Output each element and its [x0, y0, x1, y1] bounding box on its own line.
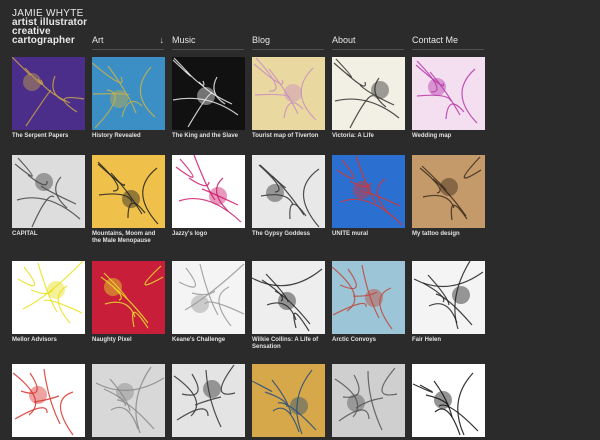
tattoo-thumbnail[interactable]: [412, 155, 485, 228]
gallery-item[interactable]: [92, 364, 165, 440]
gallery-item[interactable]: Arctic Convoys: [332, 261, 405, 344]
pixel-logo-thumbnail[interactable]: [92, 261, 165, 334]
gallery-caption[interactable]: Mellor Advisors: [12, 337, 85, 344]
bw-illustration-thumbnail[interactable]: [412, 364, 485, 437]
gallery-caption[interactable]: Mountains, Moom and the Male Menopause: [92, 231, 165, 245]
bird-collage-thumbnail[interactable]: [12, 57, 85, 130]
gallery-item[interactable]: Wedding map: [412, 57, 485, 140]
arctic-map-thumbnail[interactable]: [332, 261, 405, 334]
gallery-caption[interactable]: Fair Helen: [412, 337, 485, 344]
gallery-caption[interactable]: Victoria: A Life: [332, 133, 405, 140]
logo-thumbnail[interactable]: [172, 155, 245, 228]
gallery-item[interactable]: My tattoo design: [412, 155, 485, 238]
gallery-item[interactable]: The Gypsy Goddess: [252, 155, 325, 238]
nav-about-label: About: [332, 35, 356, 45]
gallery-item[interactable]: CAPITAL: [12, 155, 85, 238]
plane-map-thumbnail[interactable]: [172, 364, 245, 437]
sketch-map-thumbnail[interactable]: [172, 261, 245, 334]
nav-contact[interactable]: Contact Me: [412, 35, 484, 50]
gallery-item[interactable]: Keane's Challenge: [172, 261, 245, 344]
gallery-item[interactable]: UNITE mural: [332, 155, 405, 238]
gallery-caption[interactable]: CAPITAL: [12, 231, 85, 238]
gallery-caption[interactable]: The Gypsy Goddess: [252, 231, 325, 238]
gallery-item[interactable]: Mountains, Moom and the Male Menopause: [92, 155, 165, 245]
gallery-item[interactable]: [172, 364, 245, 440]
nav-art-label: Art: [92, 35, 104, 45]
nav-music[interactable]: Music: [172, 35, 244, 50]
gallery-caption[interactable]: My tattoo design: [412, 231, 485, 238]
gallery-item[interactable]: [12, 364, 85, 440]
gallery-item[interactable]: [332, 364, 405, 440]
nav-blog[interactable]: Blog: [252, 35, 324, 50]
coastal-map-thumbnail[interactable]: [92, 57, 165, 130]
nav-about[interactable]: About: [332, 35, 404, 50]
gallery-item[interactable]: [252, 364, 325, 440]
gallery-item[interactable]: Fair Helen: [412, 261, 485, 344]
engraving-thumbnail[interactable]: [332, 364, 405, 437]
nav-music-label: Music: [172, 35, 196, 45]
illustrated-map-thumbnail[interactable]: [412, 261, 485, 334]
nav-contact-label: Contact Me: [412, 35, 459, 45]
gallery-caption[interactable]: History Revealed: [92, 133, 165, 140]
gallery-caption[interactable]: Tourist map of Tiverton: [252, 133, 325, 140]
gallery-caption[interactable]: The King and the Slave: [172, 133, 245, 140]
mural-thumbnail[interactable]: [332, 155, 405, 228]
book-cover-thumbnail[interactable]: [92, 155, 165, 228]
gallery-item[interactable]: [412, 364, 485, 440]
portrait-map-thumbnail[interactable]: [332, 57, 405, 130]
sketch-thumbnail[interactable]: [12, 364, 85, 437]
nav-blog-label: Blog: [252, 35, 271, 45]
territory-map-thumbnail[interactable]: [252, 155, 325, 228]
gallery-caption[interactable]: Wedding map: [412, 133, 485, 140]
gallery-item[interactable]: History Revealed: [92, 57, 165, 140]
bw-map-thumbnail[interactable]: [172, 57, 245, 130]
gallery-caption[interactable]: Arctic Convoys: [332, 337, 405, 344]
gallery-item[interactable]: Victoria: A Life: [332, 57, 405, 140]
gallery-item[interactable]: Tourist map of Tiverton: [252, 57, 325, 140]
city-plan-thumbnail[interactable]: [252, 261, 325, 334]
gallery-caption[interactable]: Naughty Pixel: [92, 337, 165, 344]
gallery-item[interactable]: Mellor Advisors: [12, 261, 85, 344]
gallery-item[interactable]: The King and the Slave: [172, 57, 245, 140]
lettering-thumbnail[interactable]: [12, 261, 85, 334]
gallery-caption[interactable]: UNITE mural: [332, 231, 405, 238]
gallery-caption[interactable]: Jazzy's logo: [172, 231, 245, 238]
pink-map-thumbnail[interactable]: [412, 57, 485, 130]
arrow-down-icon: ↓: [159, 35, 165, 45]
gallery-item[interactable]: The Serpent Papers: [12, 57, 85, 140]
gallery-item[interactable]: Jazzy's logo: [172, 155, 245, 238]
gallery-caption[interactable]: The Serpent Papers: [12, 133, 85, 140]
street-map-thumbnail[interactable]: [12, 155, 85, 228]
gallery-caption[interactable]: Keane's Challenge: [172, 337, 245, 344]
antique-map-thumbnail[interactable]: [252, 364, 325, 437]
gallery-item[interactable]: Wilkie Collins: A Life of Sensation: [252, 261, 325, 351]
gallery-item[interactable]: Naughty Pixel: [92, 261, 165, 344]
town-map-thumbnail[interactable]: [252, 57, 325, 130]
nav-art[interactable]: Art ↓: [92, 35, 164, 50]
tagline-line3: cartographer: [12, 35, 75, 46]
gallery-caption[interactable]: Wilkie Collins: A Life of Sensation: [252, 337, 325, 351]
grey-thumbnail[interactable]: [92, 364, 165, 437]
site-title[interactable]: JAMIE WHYTE artist illustrator creative …: [12, 9, 92, 46]
